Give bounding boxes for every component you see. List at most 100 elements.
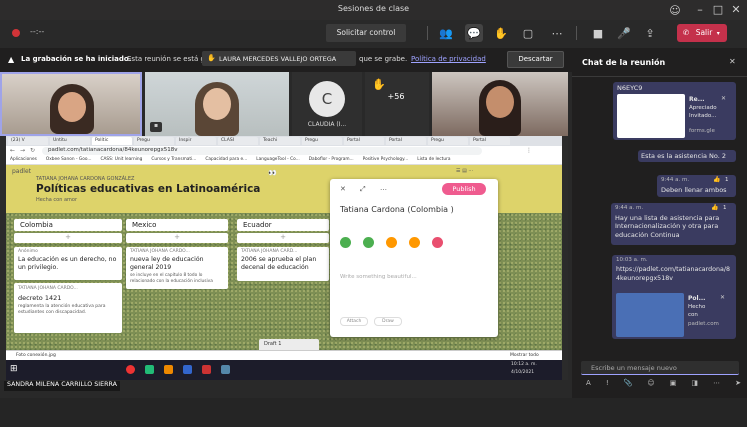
close-chat-icon[interactable]: ✕ (729, 57, 736, 66)
request-control-button[interactable]: Solicitar control (326, 24, 406, 42)
app-icon[interactable] (221, 365, 230, 374)
remove-preview-icon[interactable]: ✕ (721, 95, 726, 103)
attach-icon[interactable]: 📎 (624, 379, 633, 391)
dismiss-button[interactable]: Descartar (507, 51, 564, 68)
app-icon[interactable] (164, 365, 173, 374)
reaction-like-icon[interactable]: 👍 (713, 176, 720, 184)
post-card[interactable]: TATIANA JOHANA CARDO... nueva ley de edu… (126, 247, 228, 289)
post-body-input[interactable]: Write something beautiful... (340, 274, 417, 280)
chat-message[interactable]: Esta es la asistencia No. 2 (638, 150, 736, 162)
compose-input[interactable]: Escribe un mensaje nuevo (581, 361, 739, 375)
post-card[interactable]: TATIANA JOHANA CARD... 2006 se aprueba e… (237, 247, 329, 281)
share-screen-icon[interactable]: ⇪ (642, 24, 658, 42)
column-ecuador[interactable]: Ecuador (237, 219, 329, 231)
post-card[interactable]: TATIANA JOHANA CARDO... decreto 1421 reg… (14, 283, 122, 333)
camera-icon[interactable]: ■ (590, 24, 606, 42)
rooms-icon[interactable]: ▢ (520, 24, 536, 42)
leave-button[interactable]: ✆ Salir ▾ (677, 24, 727, 42)
attach-chip[interactable]: Attach (340, 317, 368, 326)
reload-icon[interactable]: ↻ (30, 147, 35, 154)
privacy-policy-link[interactable]: Política de privacidad (411, 55, 486, 63)
pin-icon[interactable]: ▪ (150, 122, 162, 132)
post-card[interactable]: Anónimo La educación es un derecho, no u… (14, 247, 122, 280)
chat-message[interactable]: 9:44 a. m. 👍 1 Hay una lista de asistenc… (611, 203, 736, 245)
windows-start-icon[interactable]: ⊞ (10, 364, 18, 374)
browser-tab[interactable]: CLASI (218, 137, 258, 145)
more-icon[interactable]: ⋯ (713, 379, 720, 391)
browser-tab[interactable]: Polític (92, 137, 132, 145)
browser-tab[interactable]: Pregu (134, 137, 174, 145)
camera-icon[interactable] (386, 237, 397, 248)
more-options-icon[interactable] (432, 237, 443, 248)
back-icon[interactable]: ← (10, 147, 15, 154)
add-post-button[interactable]: + (14, 233, 122, 243)
chat-message[interactable]: 9:44 a. m. 👍 1 Deben llenar ambos (657, 175, 736, 197)
show-all-link[interactable]: Mostrar todo (510, 353, 539, 358)
more-icon[interactable]: … (380, 184, 387, 192)
microphone-icon[interactable]: 🎤 (617, 24, 631, 42)
close-icon[interactable]: ✕ (730, 3, 742, 15)
browser-tab[interactable]: (23) V (8, 137, 48, 145)
download-file[interactable]: Foto conexión.jpg (16, 353, 56, 358)
publish-button[interactable]: Publish (442, 183, 486, 195)
raise-hand-icon[interactable]: ✋ (493, 24, 509, 42)
sticker-icon[interactable]: ◨ (691, 379, 698, 391)
extensions-icon[interactable]: ⋮ (526, 147, 532, 154)
minimize-icon[interactable]: – (694, 3, 706, 15)
bookmark-item[interactable]: LanguageTool - Co... (256, 157, 300, 162)
browser-tab[interactable]: Untitu (50, 137, 90, 145)
browser-tab[interactable]: Inspir (176, 137, 216, 145)
bookmark-item[interactable]: Positive Psychology... (363, 157, 409, 162)
emoji-icon[interactable]: ☺ (647, 379, 654, 391)
chat-icon[interactable]: 💬 (465, 24, 483, 42)
bookmark-item[interactable]: Aplicaciones (10, 157, 37, 162)
participants-icon[interactable]: 👥 (438, 24, 454, 42)
draft-tab[interactable]: Draft 1 (259, 339, 319, 350)
send-icon[interactable]: ➤ (735, 379, 741, 391)
bookmark-item[interactable]: Cursos y Transmati... (151, 157, 196, 162)
browser-tab[interactable]: Portal (470, 137, 510, 145)
column-mexico[interactable]: Mexico (126, 219, 228, 231)
forward-icon[interactable]: → (20, 147, 25, 154)
format-icon[interactable]: A (586, 379, 591, 391)
priority-icon[interactable]: ! (606, 379, 609, 391)
browser-tab[interactable]: Pregu (428, 137, 468, 145)
remove-preview-icon[interactable]: ✕ (720, 294, 725, 302)
more-participants-tile[interactable]: ✋ +56 (365, 72, 429, 136)
browser-tab[interactable]: Teachi (260, 137, 300, 145)
chat-message[interactable]: N6EYC9 Re... ✕ Apreciado Invitado... for… (613, 82, 736, 140)
browser-tab[interactable]: Portal (386, 137, 426, 145)
gif-icon[interactable]: ▣ (670, 379, 677, 391)
bookmark-item[interactable]: Daboflor - Program... (309, 157, 354, 162)
app-icon[interactable] (202, 365, 211, 374)
add-post-button[interactable]: + (126, 233, 228, 243)
padlet-brand[interactable]: padlet (12, 168, 31, 175)
video-tile-2[interactable]: ▪ (145, 72, 289, 136)
message-link[interactable]: https://padlet.com/tatianacardona/84keun… (616, 266, 732, 283)
chat-message[interactable]: 10:03 a. m. https://padlet.com/tatianaca… (612, 255, 736, 339)
close-editor-icon[interactable]: ✕ (340, 185, 346, 193)
link-icon[interactable] (363, 237, 374, 248)
more-actions-icon[interactable]: ⋯ (549, 24, 565, 42)
app-icon[interactable] (126, 365, 135, 374)
reaction-like-icon[interactable]: 👍 (711, 204, 718, 212)
expand-icon[interactable]: ⤢ (360, 185, 366, 194)
address-bar[interactable]: padlet.com/tatianacardona/84keunorepgx51… (42, 147, 482, 155)
browser-tab[interactable]: Portal (344, 137, 384, 145)
bookmark-item[interactable]: Capacidad para e... (205, 157, 247, 162)
bookmark-item[interactable]: Oxbee Sanon - Goo... (46, 157, 92, 162)
video-tile-3[interactable]: C CLAUDIA (I... (292, 72, 362, 136)
padlet-header-actions[interactable]: ☰ ▤ ⋯ (456, 168, 473, 174)
bookmark-item[interactable]: Lista de lectura (417, 157, 450, 162)
search-icon[interactable] (409, 237, 420, 248)
maximize-icon[interactable]: □ (712, 3, 724, 15)
app-icon[interactable] (183, 365, 192, 374)
add-post-button[interactable]: + (237, 233, 329, 243)
video-tile-1[interactable] (0, 72, 142, 136)
app-icon[interactable] (145, 365, 154, 374)
user-icon[interactable]: ☺ (669, 4, 681, 16)
draw-chip[interactable]: Draw (374, 317, 402, 326)
post-title-input[interactable]: Tatiana Cardona (Colombia ) (340, 205, 454, 214)
browser-tab[interactable]: Pregu (302, 137, 342, 145)
column-colombia[interactable]: Colombia (14, 219, 122, 231)
